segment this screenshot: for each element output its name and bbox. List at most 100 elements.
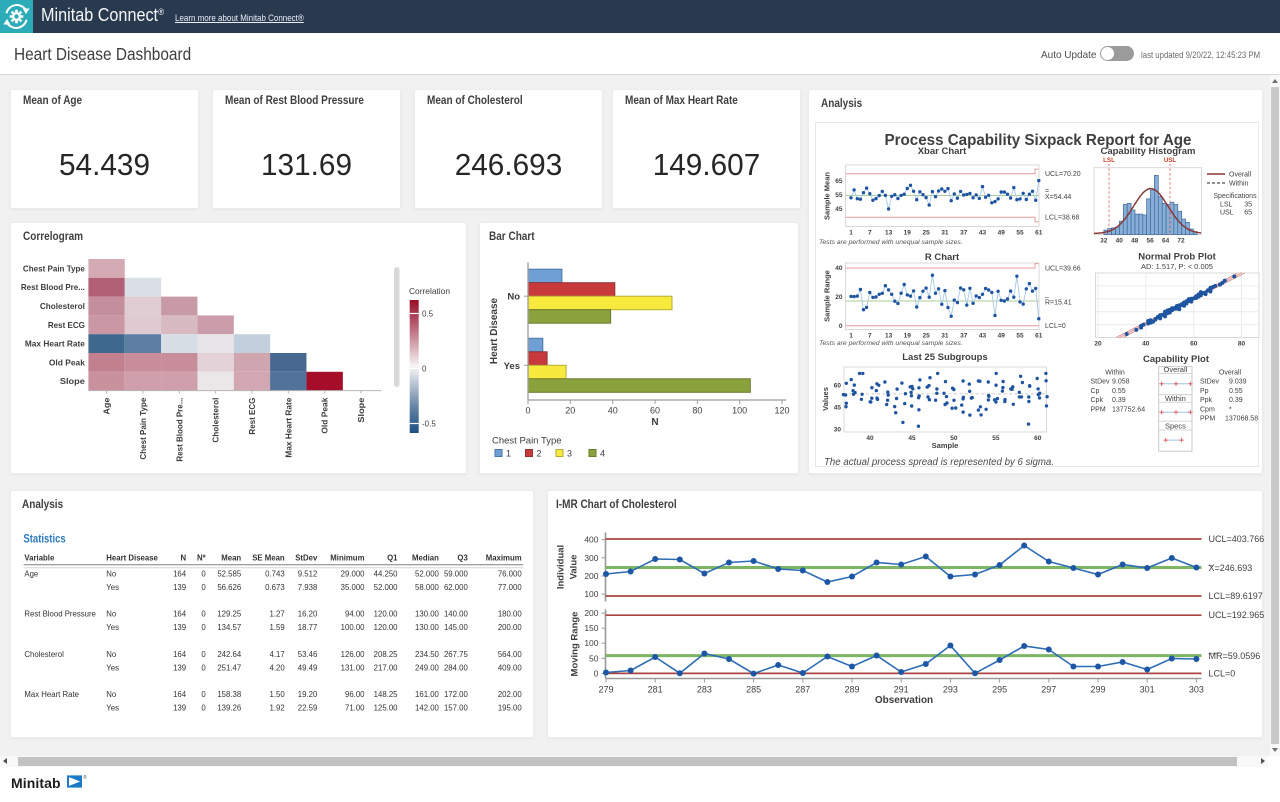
svg-text:20: 20	[835, 294, 843, 301]
svg-text:120: 120	[774, 406, 789, 416]
svg-text:29.000: 29.000	[341, 570, 366, 579]
svg-text:Yes: Yes	[106, 664, 119, 673]
svg-text:20: 20	[565, 406, 575, 416]
svg-text:Capability Plot: Capability Plot	[1143, 354, 1210, 365]
svg-text:299: 299	[1090, 685, 1105, 695]
svg-text:72: 72	[1177, 238, 1185, 245]
svg-text:Ppk: Ppk	[1200, 397, 1213, 404]
svg-text:Heart Disease: Heart Disease	[106, 553, 158, 562]
svg-text:Values: Values	[821, 387, 830, 411]
svg-text:Yes: Yes	[504, 361, 520, 372]
svg-text:130.00: 130.00	[415, 623, 440, 632]
svg-text:13: 13	[885, 230, 893, 237]
svg-text:Chest Pain Type: Chest Pain Type	[23, 263, 85, 273]
svg-text:65: 65	[1244, 210, 1252, 217]
svg-text:Max Heart Rate: Max Heart Rate	[283, 397, 293, 457]
svg-text:Cpk: Cpk	[1091, 397, 1104, 404]
svg-text:Cp: Cp	[1091, 388, 1100, 395]
svg-text:Chest Pain Type: Chest Pain Type	[492, 436, 562, 447]
svg-text:100: 100	[584, 638, 598, 648]
svg-text:148.25: 148.25	[374, 690, 399, 699]
svg-text:19.20: 19.20	[298, 690, 318, 699]
svg-text:61: 61	[1035, 333, 1043, 340]
svg-text:LSL: LSL	[1220, 202, 1233, 209]
svg-text:200: 200	[584, 608, 598, 618]
svg-text:Sample: Sample	[932, 441, 959, 450]
svg-text:400: 400	[584, 535, 598, 545]
svg-text:4: 4	[600, 449, 605, 459]
svg-text:77.000: 77.000	[498, 583, 523, 592]
svg-text:1.59: 1.59	[270, 623, 285, 632]
svg-text:Observation: Observation	[875, 695, 933, 706]
svg-text:X=246.693: X=246.693	[1209, 563, 1253, 573]
svg-text:Variable: Variable	[24, 553, 55, 562]
svg-text:No: No	[106, 650, 117, 659]
svg-text:409.00: 409.00	[498, 664, 523, 673]
svg-text:Yes: Yes	[106, 704, 119, 713]
svg-text:7.938: 7.938	[298, 583, 318, 592]
svg-text:Normal Prob Plot: Normal Prob Plot	[1138, 252, 1216, 263]
svg-text:4.20: 4.20	[270, 664, 286, 673]
svg-text:Overall: Overall	[1164, 365, 1188, 374]
svg-text:N: N	[180, 553, 186, 562]
svg-text:284.00: 284.00	[444, 664, 469, 673]
svg-text:61: 61	[1035, 230, 1043, 237]
svg-text:129.25: 129.25	[217, 610, 242, 619]
svg-text:13: 13	[885, 333, 893, 340]
svg-text:7: 7	[868, 333, 872, 340]
svg-text:Sample Range: Sample Range	[823, 270, 832, 322]
svg-text:139.26: 139.26	[217, 704, 241, 713]
svg-text:Old Peak: Old Peak	[49, 357, 85, 367]
svg-text:1.27: 1.27	[270, 610, 285, 619]
svg-text:94.00: 94.00	[345, 610, 365, 619]
svg-text:Tests are performed with unequ: Tests are performed with unequal sample …	[819, 239, 963, 246]
svg-text:0.39: 0.39	[1229, 397, 1243, 404]
svg-text:62.000: 62.000	[444, 583, 469, 592]
svg-text:Specifications: Specifications	[1213, 193, 1257, 200]
svg-text:139: 139	[173, 664, 186, 673]
svg-text:Q1: Q1	[387, 553, 398, 562]
svg-text:293: 293	[943, 685, 958, 695]
svg-text:130.00: 130.00	[415, 610, 440, 619]
svg-text:1.92: 1.92	[270, 704, 285, 713]
svg-text:Cpm: Cpm	[1200, 406, 1215, 413]
svg-text:53.46: 53.46	[298, 650, 318, 659]
svg-text:9.039: 9.039	[1229, 379, 1247, 386]
svg-text:Rest ECG: Rest ECG	[48, 320, 85, 330]
svg-text:164: 164	[173, 610, 187, 619]
svg-text:Max Heart Rate: Max Heart Rate	[25, 339, 85, 349]
svg-text:301: 301	[1140, 685, 1155, 695]
svg-text:7: 7	[868, 230, 872, 237]
svg-text:52.000: 52.000	[374, 583, 399, 592]
svg-text:283: 283	[697, 685, 712, 695]
svg-text:137068.58: 137068.58	[1225, 416, 1258, 423]
svg-text:0: 0	[201, 664, 206, 673]
svg-text:USL: USL	[1220, 210, 1234, 217]
svg-text:Age: Age	[102, 397, 112, 414]
svg-text:Rest ECG: Rest ECG	[247, 397, 257, 434]
svg-text:55: 55	[835, 192, 843, 199]
svg-text:200: 200	[584, 571, 598, 581]
svg-text:LCL=38.68: LCL=38.68	[1045, 215, 1080, 222]
svg-text:Chest Pain Type: Chest Pain Type	[138, 397, 148, 459]
svg-text:MR=59.0596: MR=59.0596	[1209, 651, 1261, 661]
svg-text:PPM: PPM	[1200, 416, 1215, 423]
svg-text:208.25: 208.25	[374, 650, 399, 659]
svg-text:126.00: 126.00	[341, 650, 366, 659]
svg-text:96.00: 96.00	[345, 690, 365, 699]
svg-text:202.00: 202.00	[498, 690, 523, 699]
svg-text:LSL: LSL	[1103, 157, 1115, 164]
svg-text:Pp: Pp	[1200, 388, 1209, 395]
svg-text:297: 297	[1041, 685, 1056, 695]
svg-text:Capability Histogram: Capability Histogram	[1100, 146, 1195, 157]
svg-text:Within: Within	[1165, 394, 1186, 403]
svg-text:295: 295	[992, 685, 1007, 695]
svg-text:UCL=70.20: UCL=70.20	[1045, 171, 1081, 178]
svg-text:-0.5: -0.5	[422, 420, 436, 429]
svg-text:49: 49	[998, 230, 1006, 237]
svg-text:R Chart: R Chart	[925, 252, 960, 263]
svg-text:Overall: Overall	[1219, 370, 1242, 377]
svg-text:60: 60	[1190, 341, 1198, 348]
svg-text:150: 150	[584, 623, 598, 633]
svg-text:139: 139	[173, 623, 186, 632]
